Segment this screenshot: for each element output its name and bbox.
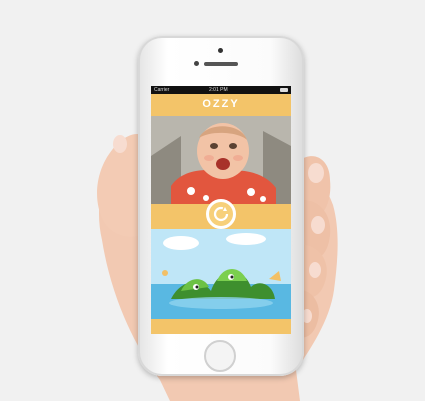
refresh-button[interactable] xyxy=(206,199,236,229)
footer-bar xyxy=(151,319,291,334)
status-carrier: Carrier xyxy=(154,87,170,93)
product-shot: Carrier 2:01 PM OZZY xyxy=(0,0,425,401)
earpiece-speaker xyxy=(204,62,238,66)
app-header: OZZY xyxy=(151,94,291,116)
status-time: 2:01 PM xyxy=(209,87,228,93)
cartoon-island-art xyxy=(151,229,291,319)
battery-icon xyxy=(280,88,288,92)
cartoon-illustration[interactable] xyxy=(151,229,291,319)
phone-screen: Carrier 2:01 PM OZZY xyxy=(151,86,291,334)
smartphone: Carrier 2:01 PM OZZY xyxy=(138,36,304,376)
proximity-sensor-icon xyxy=(194,61,199,66)
refresh-icon xyxy=(213,206,229,222)
home-button[interactable] xyxy=(204,340,236,372)
baby-photo[interactable] xyxy=(151,116,291,204)
front-camera-icon xyxy=(218,48,223,53)
app-title: OZZY xyxy=(202,98,240,110)
baby-photo-art xyxy=(151,116,291,204)
status-bar: Carrier 2:01 PM xyxy=(151,86,291,94)
